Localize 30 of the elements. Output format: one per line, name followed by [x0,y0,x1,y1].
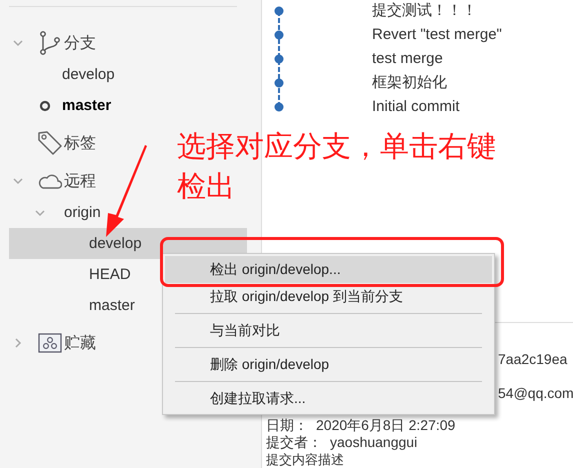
commit-message[interactable]: 提交测试！！！ [372,0,502,24]
annotation-text: 选择对应分支，单击右键 [177,130,496,165]
menu-item[interactable]: 创建拉取请求... [165,385,492,412]
annotation-text: 检出 [177,170,236,205]
section-header[interactable]: 分支 [64,32,96,54]
menu-item[interactable]: 拉取 origin/develop 到当前分支 [165,283,492,310]
commit-date: 2020年6月8日 2:27:09 [316,417,456,434]
commit-hash: 7aa2c19ea [498,351,568,367]
commit-message[interactable]: test merge [372,48,502,72]
menu-item[interactable]: 与当前对比 [165,317,492,344]
cloud-icon [38,173,62,189]
section-header[interactable]: 标签 [64,132,96,154]
field-label: 提交者： [266,434,322,451]
commit-message[interactable]: Revert "test merge" [372,24,502,48]
tag-icon [37,130,63,156]
commit-message[interactable]: Initial commit [372,96,502,120]
field-label: 日期： [266,417,308,434]
description-heading: 提交内容描述 [266,452,345,468]
stash-icon [38,333,62,353]
branch-icon [39,31,61,55]
committer-name: yaoshuanggui [330,434,418,451]
menu-item[interactable]: 检出 origin/develop... [165,256,492,283]
commit-message[interactable]: 框架初始化 [372,72,502,96]
section-header[interactable]: 远程 [64,170,96,192]
menu-item[interactable]: 删除 origin/develop [165,351,492,378]
section-header[interactable]: 贮藏 [64,332,96,354]
branch-item[interactable]: master [62,97,112,114]
author-email: 54@qq.com [498,385,573,401]
branch-item[interactable]: develop [62,66,115,83]
remote-item[interactable]: origin [64,204,101,221]
